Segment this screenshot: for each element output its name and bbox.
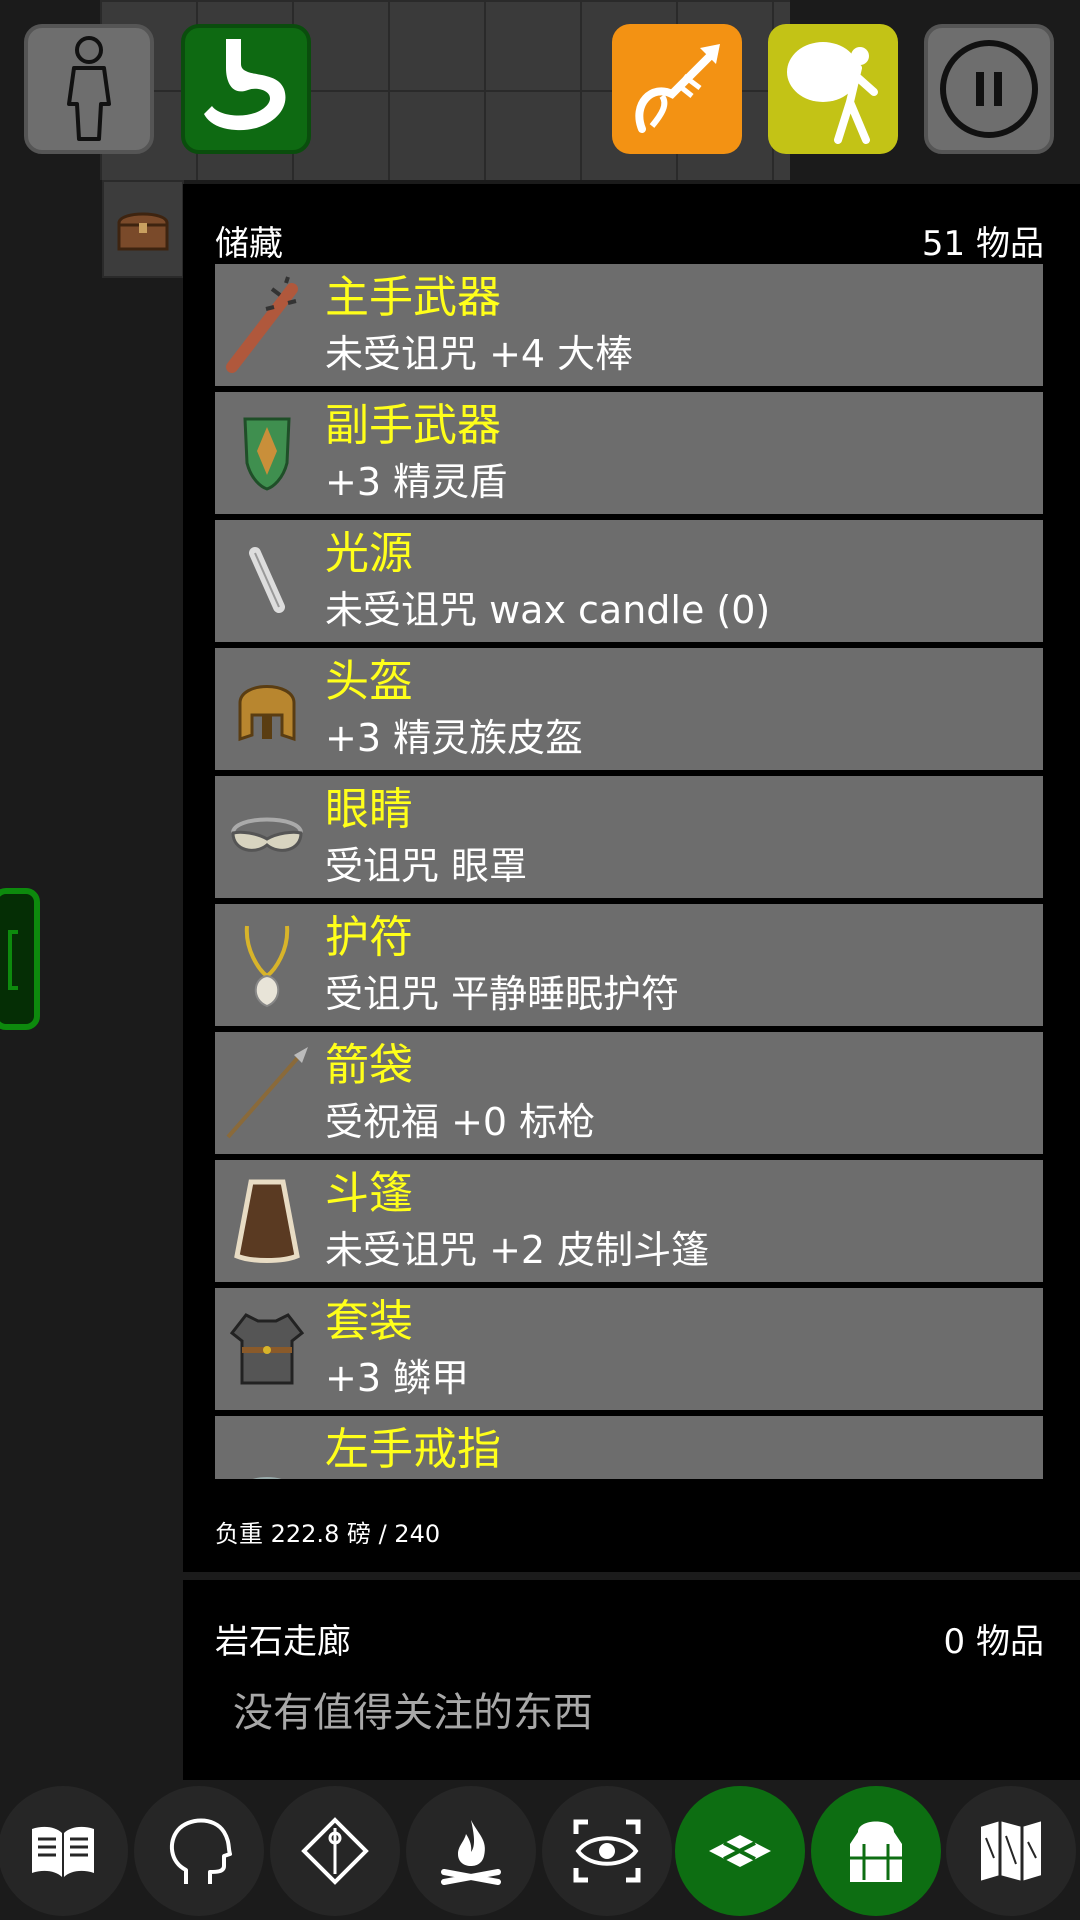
slot-name: 左手戒指 bbox=[325, 1424, 501, 1475]
folded-map-icon bbox=[979, 1818, 1043, 1884]
item-description: +3 精灵族皮盔 bbox=[325, 716, 584, 760]
equipment-row-body-armor[interactable]: 套装 +3 鳞甲 bbox=[215, 1288, 1043, 1410]
pause-button[interactable] bbox=[924, 24, 1054, 154]
inventory-title: 储藏 bbox=[215, 224, 283, 264]
amulet-icon bbox=[217, 912, 317, 1018]
side-drawer-handle[interactable] bbox=[0, 888, 40, 1030]
carry-weight: 负重 222.8 磅 / 240 bbox=[215, 1520, 441, 1548]
chest-container-slot[interactable] bbox=[102, 180, 184, 278]
slot-name: 光源 bbox=[325, 528, 413, 579]
ground-item-count: 0 物品 bbox=[943, 1622, 1044, 1662]
burden-status-button[interactable] bbox=[768, 24, 898, 154]
item-description: 受诅咒 眼罩 bbox=[325, 844, 528, 888]
item-description: 未受诅咒 +2 皮制斗篷 bbox=[325, 1228, 710, 1272]
arrow-quiver-icon bbox=[635, 44, 720, 133]
journal-button[interactable] bbox=[0, 1786, 128, 1916]
slot-name: 眼睛 bbox=[325, 784, 413, 835]
helmet-icon bbox=[217, 656, 317, 762]
rest-button[interactable] bbox=[406, 1786, 536, 1916]
talk-button[interactable] bbox=[134, 1786, 264, 1916]
equipment-row-left-ring[interactable]: 左手戒指 bbox=[215, 1416, 1043, 1479]
slot-name: 斗篷 bbox=[325, 1168, 413, 1219]
equipment-row-amulet[interactable]: 护符 受诅咒 平静睡眠护符 bbox=[215, 904, 1043, 1026]
open-book-icon bbox=[32, 1826, 94, 1877]
item-description: 受诅咒 平静睡眠护符 bbox=[325, 972, 680, 1016]
floor-grid-icon bbox=[709, 1835, 771, 1867]
slot-name: 套装 bbox=[325, 1296, 413, 1347]
pause-icon bbox=[940, 40, 1038, 138]
equipment-row-helmet[interactable]: 头盔 +3 精灵族皮盔 bbox=[215, 648, 1043, 770]
item-description: 未受诅咒 wax candle (0) bbox=[325, 588, 771, 632]
inventory-panel: 储藏 51 物品 主手武器 未受诅咒 +4 大棒 副手武器 +3 精灵盾 光源 … bbox=[183, 184, 1080, 1572]
slot-name: 头盔 bbox=[325, 656, 413, 707]
campfire-icon bbox=[441, 1820, 501, 1885]
hunger-status-button[interactable] bbox=[181, 24, 311, 154]
candle-icon bbox=[217, 528, 317, 634]
inventory-button[interactable] bbox=[811, 1786, 941, 1916]
elven-shield-icon bbox=[217, 400, 317, 506]
map-button[interactable] bbox=[946, 1786, 1076, 1916]
diamond-staff-icon bbox=[301, 1817, 369, 1885]
item-description: 未受诅咒 +4 大棒 bbox=[325, 332, 634, 376]
equipment-list[interactable]: 主手武器 未受诅咒 +4 大棒 副手武器 +3 精灵盾 光源 未受诅咒 wax bbox=[215, 264, 1043, 1479]
item-description: +3 精灵盾 bbox=[325, 460, 508, 504]
floor-tiles-button[interactable] bbox=[675, 1786, 805, 1916]
equipment-row-eyes[interactable]: 眼睛 受诅咒 眼罩 bbox=[215, 776, 1043, 898]
ground-empty-message: 没有值得关注的东西 bbox=[233, 1690, 593, 1736]
ring-icon bbox=[217, 1424, 317, 1479]
heavy-sack-icon bbox=[787, 41, 878, 144]
equipment-row-main-hand[interactable]: 主手武器 未受诅咒 +4 大棒 bbox=[215, 264, 1043, 386]
inventory-item-count: 51 物品 bbox=[921, 224, 1044, 264]
slot-name: 副手武器 bbox=[325, 400, 501, 451]
quiver-fire-button[interactable] bbox=[612, 24, 742, 154]
backpack-icon bbox=[850, 1821, 902, 1882]
head-profile-icon bbox=[169, 1818, 232, 1884]
location-title: 岩石走廊 bbox=[215, 1622, 351, 1662]
cloak-icon bbox=[217, 1168, 317, 1274]
ground-panel: 岩石走廊 0 物品 没有值得关注的东西 bbox=[183, 1580, 1080, 1780]
javelin-icon bbox=[217, 1040, 317, 1146]
slot-name: 护符 bbox=[325, 912, 413, 963]
look-button[interactable] bbox=[542, 1786, 672, 1916]
person-icon bbox=[67, 36, 111, 141]
item-description: 受祝福 +0 标枪 bbox=[325, 1100, 596, 1144]
equipment-row-cloak[interactable]: 斗篷 未受诅咒 +2 皮制斗篷 bbox=[215, 1160, 1043, 1282]
equipment-row-quiver[interactable]: 箭袋 受祝福 +0 标枪 bbox=[215, 1032, 1043, 1154]
equipment-row-light-source[interactable]: 光源 未受诅咒 wax candle (0) bbox=[215, 520, 1043, 642]
item-description: +3 鳞甲 bbox=[325, 1356, 470, 1400]
slot-name: 主手武器 bbox=[325, 272, 501, 323]
club-icon bbox=[217, 272, 317, 378]
abilities-button[interactable] bbox=[270, 1786, 400, 1916]
eye-focus-icon bbox=[573, 1819, 641, 1883]
treasure-chest-icon bbox=[117, 212, 169, 251]
scale-mail-icon bbox=[217, 1296, 317, 1402]
character-button[interactable] bbox=[24, 24, 154, 154]
equipment-row-off-hand[interactable]: 副手武器 +3 精灵盾 bbox=[215, 392, 1043, 514]
stomach-icon bbox=[204, 39, 286, 131]
slot-name: 箭袋 bbox=[325, 1040, 413, 1091]
blindfold-icon bbox=[217, 784, 317, 890]
bracket-icon bbox=[8, 930, 18, 990]
bottom-toolbar bbox=[0, 1782, 1080, 1920]
